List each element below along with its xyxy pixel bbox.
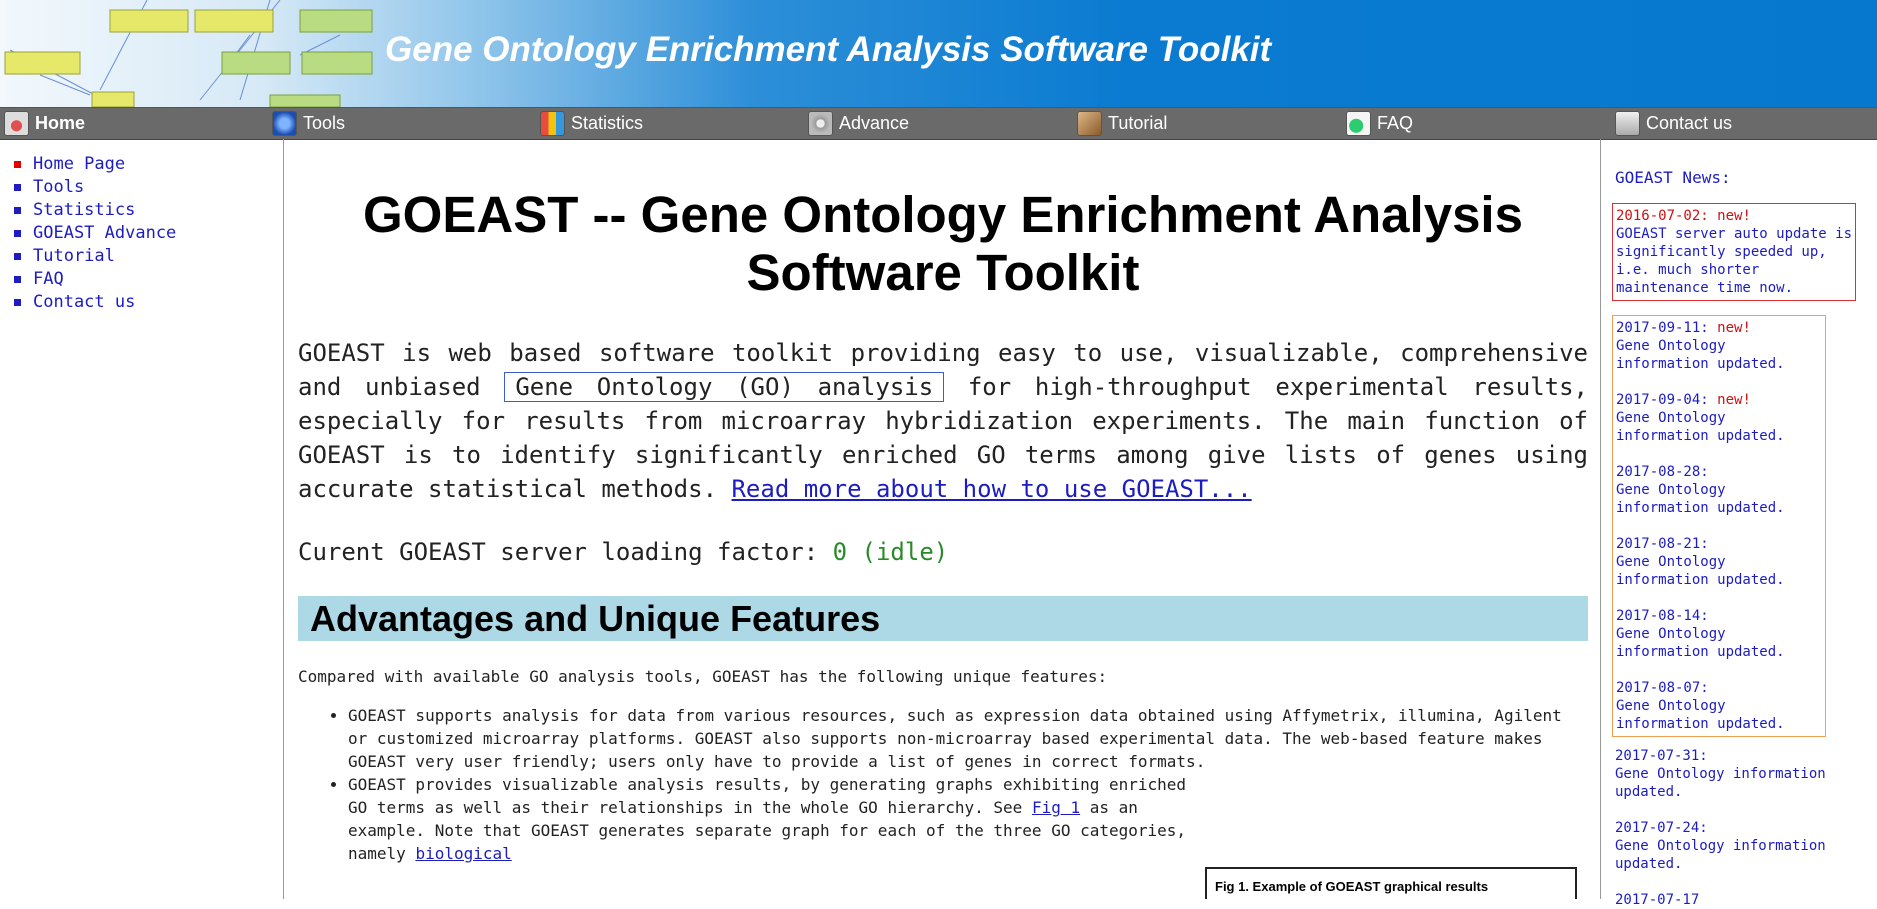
faq-icon xyxy=(1346,111,1371,136)
sidebar-item-contact: Contact us xyxy=(0,291,283,314)
nav-statistics-label: Statistics xyxy=(571,113,644,133)
news-item: 2017-09-04: new! Gene Ontology informatio… xyxy=(1616,391,1822,445)
news-item: 2017-08-28: Gene Ontology information upd… xyxy=(1616,463,1822,517)
new-badge: new! xyxy=(1717,320,1751,336)
sidebar-link-statistics[interactable]: Statistics xyxy=(33,200,135,220)
nav-tools[interactable]: Tools xyxy=(272,108,345,139)
intro-paragraph: GOEAST is web based software toolkit pro… xyxy=(298,336,1588,506)
news-date: 2017-08-14: xyxy=(1616,608,1709,624)
new-badge: new! xyxy=(1717,208,1751,224)
nav-faq[interactable]: FAQ xyxy=(1346,108,1413,139)
news-item: 2017-07-24: Gene Ontology information upd… xyxy=(1615,819,1845,873)
tutorial-icon xyxy=(1077,111,1102,136)
nav-advance-label: Advance xyxy=(839,113,910,133)
feature-item: GOEAST supports analysis for data from v… xyxy=(348,704,1588,773)
nav-home[interactable]: Home xyxy=(4,108,85,139)
news-text: Gene Ontology information updated. xyxy=(1616,626,1785,660)
main-content: GOEAST -- Gene Ontology Enrichment Analy… xyxy=(298,139,1588,899)
nav-advance[interactable]: Advance xyxy=(808,108,909,139)
sidebar-link-tutorial[interactable]: Tutorial xyxy=(33,246,115,266)
sidebar-item-advance: GOEAST Advance xyxy=(0,222,283,245)
fig1-link[interactable]: Fig 1 xyxy=(1032,798,1080,817)
nav-statistics[interactable]: Statistics xyxy=(540,108,643,139)
news-pinned: 2016-07-02: new! GOEAST server auto upda… xyxy=(1612,203,1856,301)
section-heading-features: Advantages and Unique Features xyxy=(298,596,1588,641)
read-more-link[interactable]: Read more about how to use GOEAST... xyxy=(731,475,1251,503)
news-sidebar: GOEAST News: 2016-07-02: new! GOEAST ser… xyxy=(1600,139,1877,908)
sidebar-item-tutorial: Tutorial xyxy=(0,245,283,268)
sidebar-item-faq: FAQ xyxy=(0,268,283,291)
contact-icon xyxy=(1615,111,1640,136)
figure-1-caption: Fig 1. Example of GOEAST graphical resul… xyxy=(1215,879,1489,894)
left-sidebar: Home Page Tools Statistics GOEAST Advanc… xyxy=(0,139,284,899)
news-text: Gene Ontology information updated. xyxy=(1616,482,1785,516)
news-text: Gene Ontology information updated. xyxy=(1615,838,1826,872)
gear-icon xyxy=(808,111,833,136)
nav-faq-label: FAQ xyxy=(1377,113,1414,133)
sidebar-item-home: Home Page xyxy=(0,153,283,176)
news-text: Gene Ontology information updated. xyxy=(1615,766,1826,800)
news-item: 2017-08-14: Gene Ontology information upd… xyxy=(1616,607,1822,661)
server-load-status: Curent GOEAST server loading factor: 0 (… xyxy=(298,538,1588,566)
sidebar-link-faq[interactable]: FAQ xyxy=(33,269,64,289)
sidebar-item-tools: Tools xyxy=(0,176,283,199)
feature-list: GOEAST supports analysis for data from v… xyxy=(298,704,1588,865)
sidebar-link-home[interactable]: Home Page xyxy=(33,154,125,174)
news-date: 2017-08-07: xyxy=(1616,680,1709,696)
news-item: 2017-07-17 xyxy=(1615,891,1845,909)
news-date: 2017-08-28: xyxy=(1616,464,1709,480)
home-icon xyxy=(4,111,29,136)
feature-item: GOEAST provides visualizable analysis re… xyxy=(348,773,1588,865)
news-item: 2017-08-07: Gene Ontology information upd… xyxy=(1616,679,1822,733)
new-badge: new! xyxy=(1717,392,1751,408)
sidebar-item-statistics: Statistics xyxy=(0,199,283,222)
news-text: Gene Ontology information updated. xyxy=(1616,554,1785,588)
nav-contact[interactable]: Contact us xyxy=(1615,108,1732,139)
news-date: 2017-09-04: xyxy=(1616,392,1709,408)
news-date: 2017-09-11: xyxy=(1616,320,1709,336)
statistics-icon xyxy=(540,111,565,136)
server-load-label: Curent GOEAST server loading factor: xyxy=(298,538,833,566)
news-text: Gene Ontology information updated. xyxy=(1616,410,1785,444)
news-date: 2017-07-24: xyxy=(1615,820,1708,836)
top-nav: Home Tools Statistics Advance Tutorial F… xyxy=(0,107,1877,140)
news-item: 2017-08-21: Gene Ontology information upd… xyxy=(1616,535,1822,589)
news-date: 2017-08-21: xyxy=(1616,536,1709,552)
sidebar-link-contact[interactable]: Contact us xyxy=(33,292,135,312)
news-text: Gene Ontology information updated. xyxy=(1616,338,1785,372)
news-item: 2016-07-02: new! GOEAST server auto upda… xyxy=(1616,207,1852,297)
nav-tutorial[interactable]: Tutorial xyxy=(1077,108,1167,139)
news-date: 2017-07-31: xyxy=(1615,748,1708,764)
news-date: 2016-07-02: xyxy=(1616,208,1709,224)
news-recent-list: 2017-09-11: new! Gene Ontology informatio… xyxy=(1612,315,1826,737)
figure-1-box: Fig 1. Example of GOEAST graphical resul… xyxy=(1205,867,1577,899)
nav-tutorial-label: Tutorial xyxy=(1108,113,1168,133)
server-load-value: 0 (idle) xyxy=(832,538,949,566)
nav-home-label: Home xyxy=(35,113,86,133)
nav-contact-label: Contact us xyxy=(1646,113,1733,133)
sidebar-menu: Home Page Tools Statistics GOEAST Advanc… xyxy=(0,153,283,314)
tools-icon xyxy=(272,111,297,136)
page-title: GOEAST -- Gene Ontology Enrichment Analy… xyxy=(363,186,1523,301)
sidebar-link-advance[interactable]: GOEAST Advance xyxy=(33,223,176,243)
site-header: Gene Ontology Enrichment Analysis Softwa… xyxy=(0,0,1877,107)
sidebar-link-tools[interactable]: Tools xyxy=(33,177,84,197)
go-analysis-highlight: Gene Ontology (GO) analysis xyxy=(504,372,945,402)
features-intro: Compared with available GO analysis tool… xyxy=(298,667,1108,686)
news-item: 2017-09-11: new! Gene Ontology informatio… xyxy=(1616,319,1822,373)
news-text: GOEAST server auto update is significant… xyxy=(1616,226,1853,296)
nav-tools-label: Tools xyxy=(303,113,346,133)
news-date: 2017-07-17 xyxy=(1615,892,1700,908)
go-graph-banner-image xyxy=(4,0,373,107)
news-item: 2017-07-31: Gene Ontology information upd… xyxy=(1615,747,1845,801)
news-title: GOEAST News: xyxy=(1615,168,1731,187)
site-title: Gene Ontology Enrichment Analysis Softwa… xyxy=(385,30,1272,69)
biological-link[interactable]: biological xyxy=(415,844,511,863)
news-text: Gene Ontology information updated. xyxy=(1616,698,1785,732)
